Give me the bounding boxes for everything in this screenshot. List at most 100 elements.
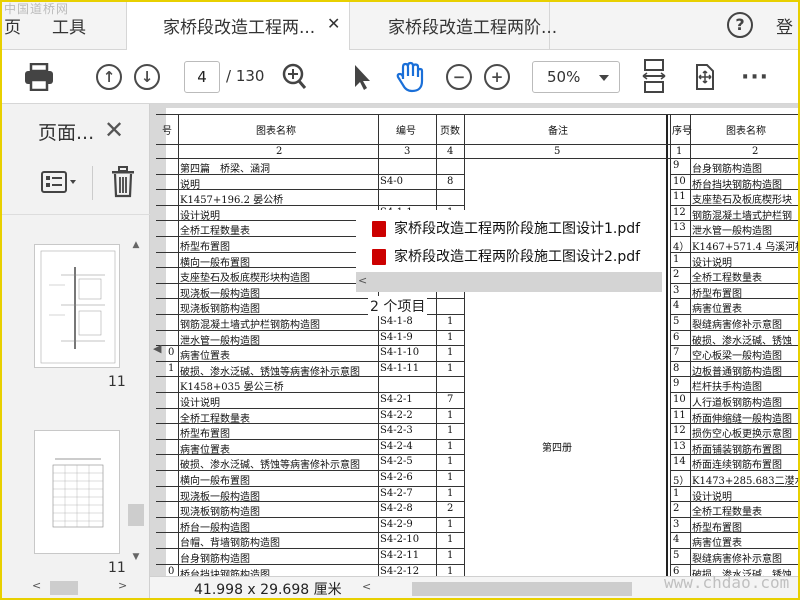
tab-home[interactable]: 页 <box>4 13 21 38</box>
divider <box>92 166 93 200</box>
table-row-code: S4-2-1 <box>380 394 413 405</box>
delete-trash-icon[interactable] <box>110 166 138 198</box>
table-row-no: 12 <box>673 206 686 218</box>
table-row-name: 钢筋混凝土墙式护栏钢筋构造图 <box>180 320 320 331</box>
table-row-no: 7 <box>673 347 680 359</box>
table-row-name: 台帽、背墙钢筋构造图 <box>180 538 280 550</box>
table-row-name: 病害位置表 <box>180 444 230 456</box>
page-thumbnail-2[interactable] <box>34 430 120 554</box>
table-row-name: 病害位置表 <box>692 304 742 316</box>
page-up-icon[interactable]: ↑ <box>96 64 122 90</box>
scroll-down-icon[interactable]: ▼ <box>128 552 144 562</box>
table-row-name: 台身钢筋构造图 <box>692 164 762 175</box>
table-row-pages: 1 <box>447 362 454 374</box>
table-row-name: 现浇板钢筋构造图 <box>180 304 260 316</box>
hand-tool-icon[interactable] <box>393 60 427 94</box>
scroll-left-icon[interactable]: < <box>362 580 371 593</box>
table-row-no: 3 <box>673 518 680 530</box>
page-number-input[interactable]: 4 <box>184 61 220 93</box>
table-row-code: S4-2-3 <box>380 425 413 437</box>
table-row-name: 现浇板钢筋构造图 <box>180 507 260 519</box>
table-row-name: 桥型布置图 <box>692 522 742 534</box>
table-row-name: 设计说明 <box>692 257 732 269</box>
document-page: 号 图表名称 编号 页数 备注 2 3 4 5 第四篇 桥梁、涵洞 说明 S4-0 8 K1457+196… <box>156 108 800 576</box>
toolbar: ↑ ↓ 4 / 130 − + 50% ··· <box>0 50 800 104</box>
table-row-name: 支座垫石及板底楔形块 <box>692 195 792 207</box>
table-row-name: 损伤空心板更换示意图 <box>692 429 792 441</box>
tab-document-active[interactable]: 家桥段改造工程两... ✕ <box>126 0 350 51</box>
zoom-out-icon[interactable]: − <box>446 64 472 90</box>
tab-document-2[interactable]: 家桥段改造工程两阶... <box>350 0 557 50</box>
table-line <box>666 114 668 576</box>
table-row-no: 1 <box>673 487 680 499</box>
table-row-pages: 1 <box>447 472 454 483</box>
table-row-pages: 1 <box>447 487 454 499</box>
fit-page-icon[interactable] <box>640 58 668 96</box>
table-row-pages: 1 <box>447 518 454 530</box>
tab-bar: 中国道桥网 页 工具 家桥段改造工程两... ✕ 家桥段改造工程两阶... ? … <box>0 0 800 51</box>
tooltip-file-item: 家桥段改造工程两阶段施工图设计2.pdf <box>372 246 640 266</box>
col-sub-remark: 5 <box>554 146 561 157</box>
thumbnail-1-label: 11 <box>108 374 126 390</box>
table-row-code: S4-2-6 <box>380 472 413 483</box>
thumbnails-scrollbar[interactable]: ▲ ▼ <box>128 240 144 570</box>
table-row-name: 全桥工程数量表 <box>180 226 250 238</box>
panel-collapse-icon[interactable]: ◀ <box>153 342 161 355</box>
table-row-name: 边板普通钢筋构造图 <box>692 366 782 378</box>
zoom-in-icon[interactable]: + <box>484 64 510 90</box>
table-row-name: 裂缝病害修补示意图 <box>692 320 782 331</box>
zoom-select[interactable]: 50% <box>532 61 620 93</box>
scroll-right-icon[interactable]: > <box>118 579 127 592</box>
table-row-no: 14 <box>673 456 686 468</box>
select-cursor-icon[interactable] <box>350 62 374 92</box>
scroll-left-icon[interactable]: < <box>32 579 41 592</box>
panel-close-icon[interactable]: ✕ <box>104 116 124 144</box>
pdf-file-icon <box>372 249 386 265</box>
table-row-no: 10 <box>673 175 686 187</box>
page-down-icon[interactable]: ↓ <box>134 64 160 90</box>
table-row-name: 裂缝病害修补示意图 <box>692 554 782 565</box>
table-row-name: 第四篇 桥梁、涵洞 <box>180 164 270 175</box>
zoom-value: 50% <box>547 68 581 86</box>
table-row-name: 桥台挡块钢筋构造图 <box>180 569 270 576</box>
table-row-name: 支座垫石及板底楔形块构造图 <box>180 273 310 285</box>
tab-close-icon[interactable]: ✕ <box>327 14 340 33</box>
document-hscroll-thumb[interactable] <box>412 582 632 596</box>
full-screen-icon[interactable] <box>690 60 720 94</box>
page-total: / 130 <box>226 67 265 85</box>
page-thumbnail-1[interactable] <box>34 244 120 368</box>
hscroll-thumb[interactable] <box>50 581 78 595</box>
thumbnail-options-icon[interactable] <box>40 168 78 196</box>
table-row-no: 4 <box>673 534 680 546</box>
col-header-pages: 页数 <box>440 126 460 137</box>
table-row-name: 桥台挡块钢筋构造图 <box>692 179 782 191</box>
table-line <box>666 114 800 115</box>
table-row-name: 桥台一般构造图 <box>180 522 250 534</box>
table-row-name: 钢筋混凝土墙式护栏钢 <box>692 210 792 222</box>
find-zoom-icon[interactable] <box>280 62 308 92</box>
table-row-no: 4） <box>673 242 690 253</box>
table-row-no: 4 <box>673 300 680 312</box>
table-row-name: 破损、渗水泛碱、锈蚀等病害修补示意图 <box>180 366 360 378</box>
table-row-no: 1 <box>673 253 680 265</box>
tooltip-scrollbar: < <box>356 272 662 292</box>
help-icon[interactable]: ? <box>727 12 753 38</box>
thumbnails-hscroll[interactable]: < > <box>0 576 150 600</box>
scrollbar-thumb[interactable] <box>128 504 144 526</box>
table-row-pages: 1 <box>447 440 454 452</box>
tab-tools[interactable]: 工具 <box>52 13 86 38</box>
table-row-name: 全桥工程数量表 <box>692 507 762 519</box>
table-row-name: 破损、渗水泛碱、锈蚀等病害修补示意图 <box>180 460 360 472</box>
table-row-name: 栏杆扶手构造图 <box>692 382 762 394</box>
scroll-up-icon[interactable]: ▲ <box>128 240 144 250</box>
table-row-name: 设计说明 <box>692 491 732 503</box>
table-row-no: 13 <box>673 222 686 234</box>
document-viewer[interactable]: 号 图表名称 编号 页数 备注 2 3 4 5 第四篇 桥梁、涵洞 说明 S4-0 8 K1457+196… <box>150 104 800 576</box>
login-button[interactable]: 登 <box>776 13 793 38</box>
table-row-pages: 8 <box>447 175 454 187</box>
table-line <box>464 114 465 576</box>
more-options-icon[interactable]: ··· <box>741 64 768 90</box>
print-icon[interactable] <box>22 62 56 92</box>
table-row-no: 9 <box>673 378 680 390</box>
table-row-no: 1 <box>168 362 175 374</box>
